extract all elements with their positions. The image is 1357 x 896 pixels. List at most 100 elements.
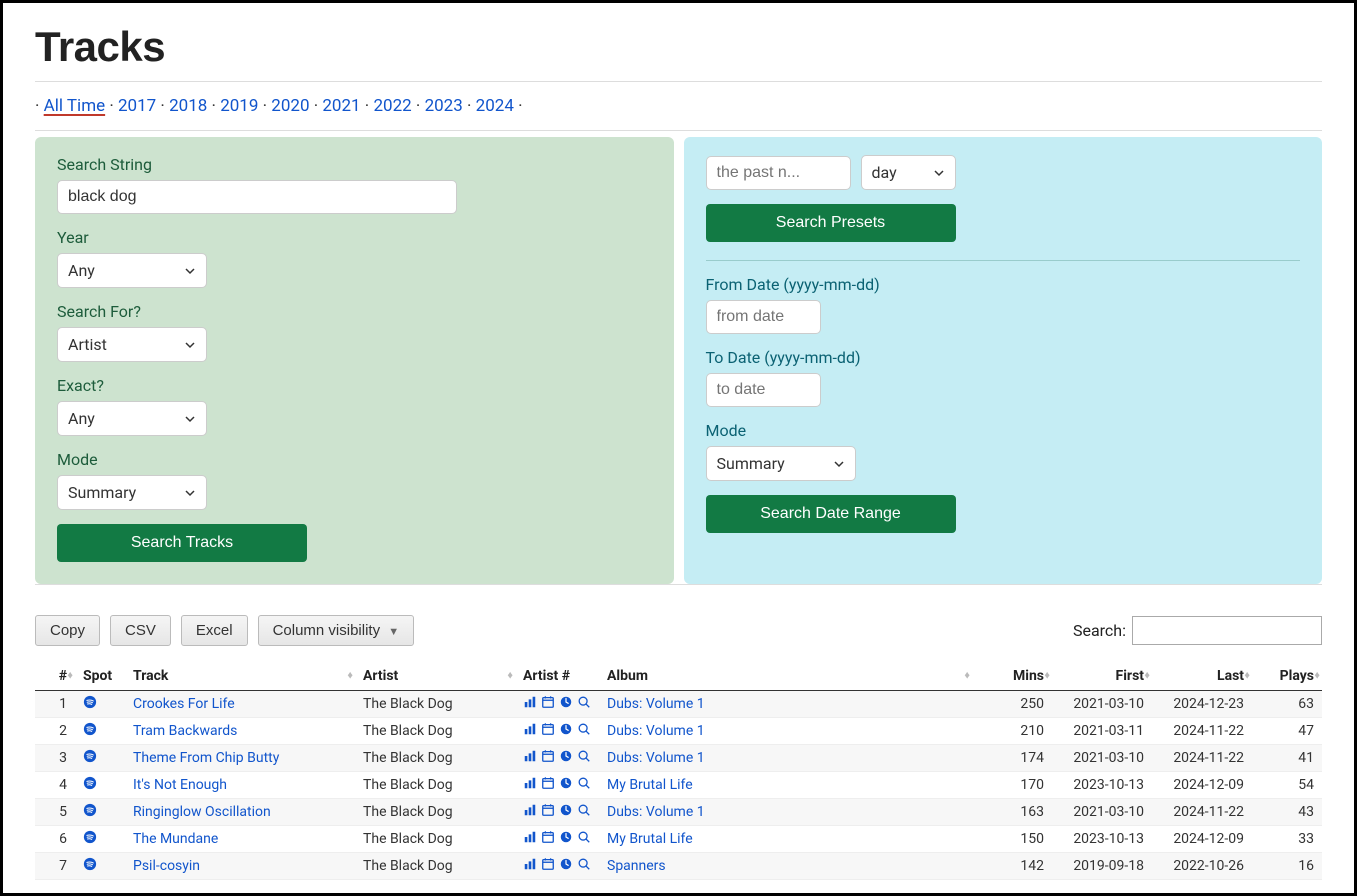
album-link[interactable]: Dubs: Volume 1 bbox=[607, 723, 705, 739]
track-link[interactable]: Crookes For Life bbox=[133, 696, 235, 712]
calendar-icon[interactable] bbox=[541, 749, 555, 763]
excel-button[interactable]: Excel bbox=[181, 615, 248, 646]
cell-artist: The Black Dog bbox=[355, 853, 515, 880]
track-link[interactable]: Theme From Chip Butty bbox=[133, 750, 279, 766]
year-link[interactable]: 2023 bbox=[425, 96, 463, 116]
col-spot[interactable]: Spot bbox=[75, 662, 125, 691]
cell-artist: The Black Dog bbox=[355, 772, 515, 799]
magnifier-icon[interactable] bbox=[577, 803, 591, 817]
csv-button[interactable]: CSV bbox=[110, 615, 171, 646]
calendar-icon[interactable] bbox=[541, 722, 555, 736]
year-select-value: Any bbox=[68, 261, 95, 280]
bar-chart-icon[interactable] bbox=[523, 722, 537, 736]
from-date-input[interactable] bbox=[706, 300, 821, 334]
search-string-input[interactable] bbox=[57, 180, 457, 214]
album-link[interactable]: Dubs: Volume 1 bbox=[607, 750, 705, 766]
copy-button[interactable]: Copy bbox=[35, 615, 100, 646]
bar-chart-icon[interactable] bbox=[523, 857, 537, 871]
col-artist-num[interactable]: Artist # bbox=[515, 662, 599, 691]
calendar-icon[interactable] bbox=[541, 830, 555, 844]
divider bbox=[35, 584, 1322, 585]
clock-icon[interactable] bbox=[559, 803, 573, 817]
album-link[interactable]: Spanners bbox=[607, 858, 666, 874]
column-visibility-label: Column visibility bbox=[273, 622, 381, 639]
calendar-icon[interactable] bbox=[541, 857, 555, 871]
spotify-icon bbox=[83, 803, 97, 817]
preset-n-input[interactable] bbox=[706, 156, 851, 190]
cell-artist-actions bbox=[515, 772, 599, 799]
cell-spot[interactable] bbox=[75, 691, 125, 718]
spotify-icon bbox=[83, 776, 97, 790]
cell-spot[interactable] bbox=[75, 826, 125, 853]
magnifier-icon[interactable] bbox=[577, 830, 591, 844]
cell-spot[interactable] bbox=[75, 745, 125, 772]
cell-spot[interactable] bbox=[75, 853, 125, 880]
year-link[interactable]: 2024 bbox=[476, 96, 514, 116]
year-link[interactable]: 2018 bbox=[169, 96, 207, 116]
search-presets-button[interactable]: Search Presets bbox=[706, 204, 956, 242]
clock-icon[interactable] bbox=[559, 749, 573, 763]
col-track[interactable]: Track♦ bbox=[125, 662, 355, 691]
search-date-range-button[interactable]: Search Date Range bbox=[706, 495, 956, 533]
preset-unit-select[interactable]: day bbox=[861, 155, 956, 190]
cell-spot[interactable] bbox=[75, 772, 125, 799]
col-artist[interactable]: Artist♦ bbox=[355, 662, 515, 691]
cell-artist-actions bbox=[515, 853, 599, 880]
divider bbox=[35, 130, 1322, 131]
col-album[interactable]: Album♦ bbox=[599, 662, 972, 691]
col-mins[interactable]: Mins♦ bbox=[972, 662, 1052, 691]
cell-idx: 3 bbox=[35, 745, 75, 772]
year-link[interactable]: 2022 bbox=[373, 96, 411, 116]
year-select[interactable]: Any bbox=[57, 253, 207, 288]
bar-chart-icon[interactable] bbox=[523, 776, 537, 790]
cell-spot[interactable] bbox=[75, 718, 125, 745]
cell-spot[interactable] bbox=[75, 799, 125, 826]
calendar-icon[interactable] bbox=[541, 695, 555, 709]
col-plays[interactable]: Plays♦ bbox=[1252, 662, 1322, 691]
col-idx[interactable]: #♦ bbox=[35, 662, 75, 691]
year-link[interactable]: 2021 bbox=[322, 96, 360, 116]
dot-separator: · bbox=[310, 96, 323, 116]
table-search-input[interactable] bbox=[1132, 616, 1322, 645]
magnifier-icon[interactable] bbox=[577, 722, 591, 736]
magnifier-icon[interactable] bbox=[577, 776, 591, 790]
clock-icon[interactable] bbox=[559, 857, 573, 871]
clock-icon[interactable] bbox=[559, 722, 573, 736]
clock-icon[interactable] bbox=[559, 830, 573, 844]
magnifier-icon[interactable] bbox=[577, 857, 591, 871]
track-link[interactable]: It's Not Enough bbox=[133, 777, 227, 793]
clock-icon[interactable] bbox=[559, 776, 573, 790]
track-link[interactable]: Tram Backwards bbox=[133, 723, 237, 739]
album-link[interactable]: Dubs: Volume 1 bbox=[607, 804, 705, 820]
col-last[interactable]: Last♦ bbox=[1152, 662, 1252, 691]
exact-label: Exact? bbox=[57, 376, 652, 395]
mode-select[interactable]: Summary bbox=[57, 475, 207, 510]
album-link[interactable]: My Brutal Life bbox=[607, 777, 693, 793]
year-link[interactable]: 2020 bbox=[271, 96, 309, 116]
clock-icon[interactable] bbox=[559, 695, 573, 709]
calendar-icon[interactable] bbox=[541, 803, 555, 817]
magnifier-icon[interactable] bbox=[577, 749, 591, 763]
bar-chart-icon[interactable] bbox=[523, 695, 537, 709]
col-first[interactable]: First♦ bbox=[1052, 662, 1152, 691]
track-link[interactable]: Psil-cosyin bbox=[133, 858, 200, 874]
bar-chart-icon[interactable] bbox=[523, 749, 537, 763]
mode-select[interactable]: Summary bbox=[706, 446, 856, 481]
album-link[interactable]: My Brutal Life bbox=[607, 831, 693, 847]
bar-chart-icon[interactable] bbox=[523, 830, 537, 844]
year-link[interactable]: 2017 bbox=[118, 96, 156, 116]
exact-select[interactable]: Any bbox=[57, 401, 207, 436]
search-tracks-button[interactable]: Search Tracks bbox=[57, 524, 307, 562]
bar-chart-icon[interactable] bbox=[523, 803, 537, 817]
track-link[interactable]: The Mundane bbox=[133, 831, 218, 847]
track-link[interactable]: Ringinglow Oscillation bbox=[133, 804, 271, 820]
search-for-select[interactable]: Artist bbox=[57, 327, 207, 362]
to-date-input[interactable] bbox=[706, 373, 821, 407]
cell-track: It's Not Enough bbox=[125, 772, 355, 799]
year-link[interactable]: All Time bbox=[44, 96, 105, 116]
album-link[interactable]: Dubs: Volume 1 bbox=[607, 696, 705, 712]
column-visibility-button[interactable]: Column visibility ▼ bbox=[258, 615, 415, 646]
magnifier-icon[interactable] bbox=[577, 695, 591, 709]
calendar-icon[interactable] bbox=[541, 776, 555, 790]
year-link[interactable]: 2019 bbox=[220, 96, 258, 116]
